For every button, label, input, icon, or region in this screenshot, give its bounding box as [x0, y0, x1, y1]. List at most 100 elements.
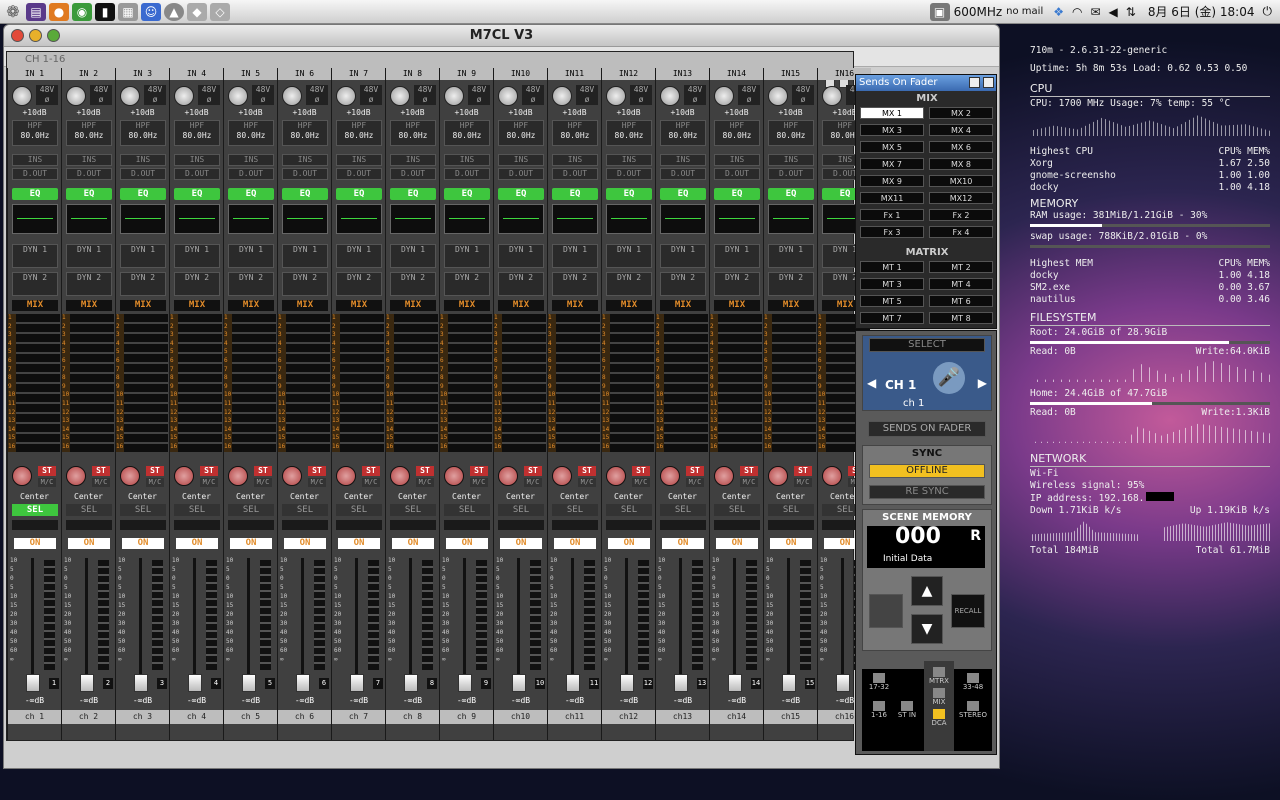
mix-send-levels[interactable]	[226, 314, 276, 452]
input-patch-label[interactable]: IN 2	[62, 68, 115, 80]
sends-minimize-button[interactable]	[969, 77, 980, 88]
mix-label[interactable]: MIX	[714, 300, 760, 311]
eq-button[interactable]: EQ	[606, 188, 652, 200]
phantom-box[interactable]: 48Vø	[414, 85, 436, 105]
dyn1-block[interactable]: DYN 1	[282, 244, 328, 268]
offline-button[interactable]: OFFLINE	[869, 464, 985, 478]
dyn1-block[interactable]: DYN 1	[174, 244, 220, 268]
dyn1-block[interactable]: DYN 1	[606, 244, 652, 268]
on-button[interactable]: ON	[122, 538, 164, 549]
dyn1-block[interactable]: DYN 1	[66, 244, 112, 268]
dout-button[interactable]: D.OUT	[498, 168, 544, 180]
fader-knob[interactable]	[674, 674, 688, 692]
dout-button[interactable]: D.OUT	[714, 168, 760, 180]
dyn2-block[interactable]: DYN 2	[660, 272, 706, 296]
phantom-box[interactable]: 48Vø	[198, 85, 220, 105]
mix-send-levels[interactable]	[280, 314, 330, 452]
gain-knob[interactable]	[282, 86, 302, 106]
mix-label[interactable]: MIX	[606, 300, 652, 311]
pan-knob[interactable]	[606, 466, 626, 486]
layer-33-48-button[interactable]: 33-48	[958, 673, 988, 691]
dyn2-block[interactable]: DYN 2	[174, 272, 220, 296]
send-button-mt5[interactable]: MT 5	[860, 295, 924, 307]
ins-button[interactable]: INS	[120, 154, 166, 166]
dout-button[interactable]: D.OUT	[390, 168, 436, 180]
hpf-block[interactable]: HPF 80.0Hz	[174, 120, 220, 146]
mc-button[interactable]: M/C	[92, 478, 110, 487]
eq-button[interactable]: EQ	[390, 188, 436, 200]
input-patch-label[interactable]: IN 1	[8, 68, 61, 80]
mc-button[interactable]: M/C	[38, 478, 56, 487]
pan-knob[interactable]	[390, 466, 410, 486]
dyn2-block[interactable]: DYN 2	[282, 272, 328, 296]
mix-send-levels[interactable]	[604, 314, 654, 452]
send-button-mt6[interactable]: MT 6	[929, 295, 993, 307]
send-button-fx1[interactable]: Fx 1	[860, 209, 924, 221]
send-button-mt1[interactable]: MT 1	[860, 261, 924, 273]
ins-button[interactable]: INS	[228, 154, 274, 166]
eq-graph[interactable]	[390, 204, 436, 234]
hpf-block[interactable]: HPF 80.0Hz	[120, 120, 166, 146]
st-button[interactable]: ST	[38, 466, 56, 476]
input-patch-label[interactable]: IN 9	[440, 68, 493, 80]
sel-button[interactable]: SEL	[282, 504, 328, 516]
ins-button[interactable]: INS	[390, 154, 436, 166]
input-patch-label[interactable]: IN 6	[278, 68, 331, 80]
send-button-fx4[interactable]: Fx 4	[929, 226, 993, 238]
channel-name[interactable]: ch 2	[62, 710, 115, 724]
ins-button[interactable]: INS	[66, 154, 112, 166]
recall-button[interactable]: RECALL	[951, 594, 985, 628]
on-button[interactable]: ON	[662, 538, 704, 549]
send-button-mx6[interactable]: MX 6	[929, 141, 993, 153]
input-patch-label[interactable]: IN15	[764, 68, 817, 80]
sel-button[interactable]: SEL	[228, 504, 274, 516]
ins-button[interactable]: INS	[660, 154, 706, 166]
mix-send-levels[interactable]	[442, 314, 492, 452]
dyn1-block[interactable]: DYN 1	[660, 244, 706, 268]
scene-store-button[interactable]	[869, 594, 903, 628]
input-patch-label[interactable]: IN12	[602, 68, 655, 80]
send-button-mx9[interactable]: MX 9	[860, 175, 924, 187]
mix-send-levels[interactable]	[118, 314, 168, 452]
scene-up-button[interactable]: ▲	[911, 576, 943, 606]
layer-stereo-button[interactable]: STEREO	[956, 701, 990, 719]
gain-knob[interactable]	[498, 86, 518, 106]
mc-button[interactable]: M/C	[416, 478, 434, 487]
gain-knob[interactable]	[552, 86, 572, 106]
input-patch-label[interactable]: IN 5	[224, 68, 277, 80]
mix-send-levels[interactable]	[10, 314, 60, 452]
dyn2-block[interactable]: DYN 2	[714, 272, 760, 296]
terminal-icon[interactable]: ▮	[95, 2, 115, 21]
fader-knob[interactable]	[728, 674, 742, 692]
mix-label[interactable]: MIX	[660, 300, 706, 311]
calculator-icon[interactable]: ▦	[118, 2, 138, 21]
mc-button[interactable]: M/C	[524, 478, 542, 487]
pan-knob[interactable]	[12, 466, 32, 486]
layer-1-16-button[interactable]: 1-16	[866, 701, 892, 719]
send-button-mt8[interactable]: MT 8	[929, 312, 993, 324]
st-button[interactable]: ST	[200, 466, 218, 476]
mix-send-levels[interactable]	[334, 314, 384, 452]
st-button[interactable]: ST	[470, 466, 488, 476]
dropbox-icon[interactable]: ❖	[1053, 5, 1064, 19]
channel-name[interactable]: ch11	[548, 710, 601, 724]
dyn1-block[interactable]: DYN 1	[714, 244, 760, 268]
dout-button[interactable]: D.OUT	[444, 168, 490, 180]
sel-button[interactable]: SEL	[552, 504, 598, 516]
input-patch-label[interactable]: IN 7	[332, 68, 385, 80]
dyn2-block[interactable]: DYN 2	[336, 272, 382, 296]
sel-button[interactable]: SEL	[12, 504, 58, 516]
on-button[interactable]: ON	[716, 538, 758, 549]
phantom-box[interactable]: 48Vø	[792, 85, 814, 105]
sel-button[interactable]: SEL	[444, 504, 490, 516]
input-patch-label[interactable]: IN11	[548, 68, 601, 80]
channel-name[interactable]: ch14	[710, 710, 763, 724]
dyn1-block[interactable]: DYN 1	[336, 244, 382, 268]
mix-label[interactable]: MIX	[66, 300, 112, 311]
pan-knob[interactable]	[822, 466, 842, 486]
eq-button[interactable]: EQ	[336, 188, 382, 200]
on-button[interactable]: ON	[230, 538, 272, 549]
send-button-mx10[interactable]: MX10	[929, 175, 993, 187]
channel-name[interactable]: ch 1	[8, 710, 61, 724]
mc-button[interactable]: M/C	[578, 478, 596, 487]
